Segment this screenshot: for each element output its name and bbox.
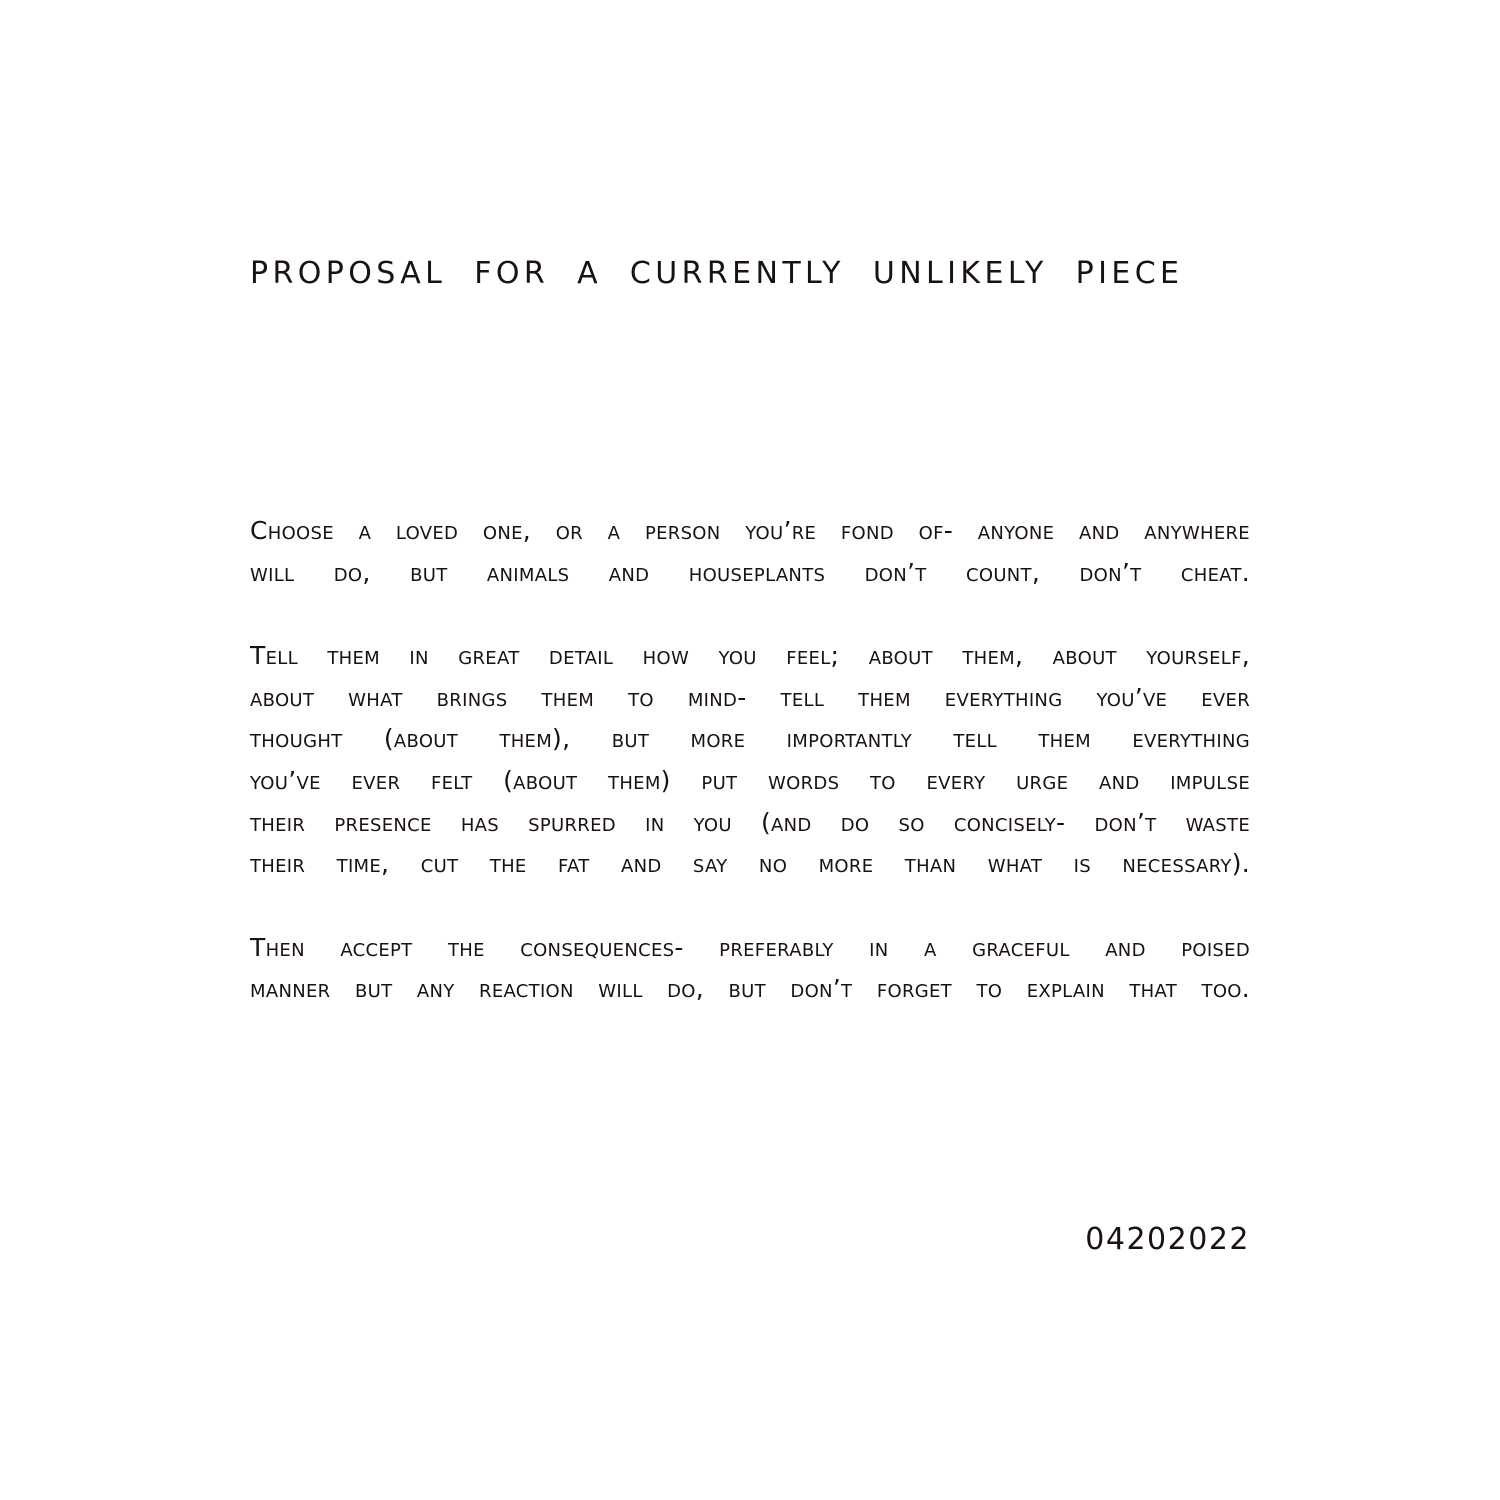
paragraph-line: thought (about them), but more important…	[250, 724, 1250, 754]
document-title: PROPOSAL FOR A CURRENTLY UNLIKELY PIECE	[250, 256, 1184, 291]
document-page: PROPOSAL FOR A CURRENTLY UNLIKELY PIECE …	[0, 0, 1500, 1500]
paragraph-choose: Choose a loved one, or a person you’re f…	[250, 510, 1250, 593]
paragraph-line: about what brings them to mind- tell the…	[250, 682, 1251, 712]
paragraph-line: will do, but animals and houseplants don…	[250, 557, 1250, 587]
paragraph-line: Choose a loved one, or a person you’re f…	[250, 516, 1250, 545]
paragraph-line: you’ve ever felt (about them) put words …	[250, 765, 1250, 795]
paragraph-line: Then accept the consequences- preferably…	[250, 932, 1250, 962]
paragraph-line: their presence has spurred in you (and d…	[250, 807, 1250, 837]
paragraph-tell: Tell them in great detail how you feel; …	[250, 635, 1250, 885]
document-date: 04202022	[1085, 1222, 1250, 1257]
paragraph-line: Tell them in great detail how you feel; …	[250, 641, 1250, 671]
paragraph-then: Then accept the consequences- preferably…	[250, 927, 1250, 1010]
paragraph-line: manner but any reaction will do, but don…	[250, 974, 1250, 1004]
paragraph-line: their time, cut the fat and say no more …	[250, 849, 1250, 879]
document-body: Choose a loved one, or a person you’re f…	[250, 510, 1250, 1052]
